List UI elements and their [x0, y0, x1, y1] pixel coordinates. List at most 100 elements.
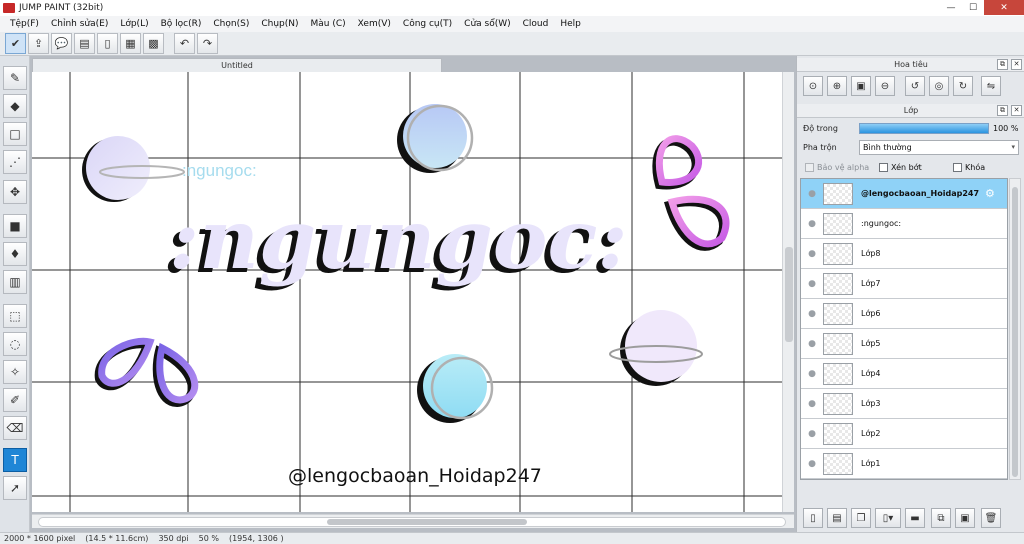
- grid-icon[interactable]: ▦: [120, 33, 141, 54]
- comment-icon[interactable]: ▤: [74, 33, 95, 54]
- zoom-out-icon[interactable]: ⊖: [875, 76, 895, 96]
- undo-button[interactable]: ↶: [174, 33, 195, 54]
- folder-icon[interactable]: ▬: [905, 508, 925, 528]
- fill-square-icon[interactable]: ■: [3, 214, 27, 238]
- tool-palette: ✎ ◆ □ ⋰ ✥ ■ ♦ ▥ ⬚ ◌ ✧ ✐ ⌫ T ➚: [0, 56, 30, 532]
- clip-checkbox[interactable]: Xén bớt: [879, 163, 922, 172]
- menu-window[interactable]: Cửa sổ(W): [458, 19, 516, 29]
- menu-capture[interactable]: Chụp(N): [255, 19, 304, 29]
- gear-icon[interactable]: ⚙: [985, 187, 995, 200]
- status-zoom: 50 %: [198, 534, 219, 543]
- visibility-icon[interactable]: ●: [801, 219, 823, 229]
- close-button[interactable]: ✕: [984, 0, 1024, 15]
- visibility-icon[interactable]: ●: [801, 399, 823, 409]
- menu-edit[interactable]: Chỉnh sửa(E): [45, 19, 114, 29]
- layer-row[interactable]: ● Lớp1: [801, 449, 1007, 479]
- rect-select-icon[interactable]: ⬚: [3, 304, 27, 328]
- layer-name: Lớp1: [861, 459, 881, 468]
- visibility-icon[interactable]: ●: [801, 339, 823, 349]
- merge-icon[interactable]: ⧉: [931, 508, 951, 528]
- magic-wand-icon[interactable]: ✧: [3, 360, 27, 384]
- menu-cloud[interactable]: Cloud: [517, 19, 555, 29]
- new-layer-icon[interactable]: ▯: [803, 508, 823, 528]
- rotate-reset-icon[interactable]: ◎: [929, 76, 949, 96]
- lock-label: Khóa: [965, 163, 986, 172]
- layer-row[interactable]: ● Lớp6: [801, 299, 1007, 329]
- menu-layer[interactable]: Lớp(L): [114, 19, 154, 29]
- menu-tools[interactable]: Công cụ(T): [397, 19, 458, 29]
- menu-color[interactable]: Màu (C): [305, 19, 352, 29]
- rectangle-icon[interactable]: □: [3, 122, 27, 146]
- visibility-icon[interactable]: ●: [801, 189, 823, 199]
- check-badge-icon[interactable]: ✔: [5, 33, 26, 54]
- new-raster-icon[interactable]: ▤: [827, 508, 847, 528]
- combine-icon[interactable]: ▣: [955, 508, 975, 528]
- layers-close-icon[interactable]: ✕: [1011, 105, 1022, 116]
- layer-row[interactable]: ● Lớp4: [801, 359, 1007, 389]
- layers-undock-icon[interactable]: ⧉: [997, 105, 1008, 116]
- canvas-horizontal-scrollbar[interactable]: [32, 514, 794, 528]
- zoom-fit-icon[interactable]: ⊙: [803, 76, 823, 96]
- layer-row[interactable]: ● :ngungoc:: [801, 209, 1007, 239]
- speech-bubble-icon[interactable]: 💬: [51, 33, 72, 54]
- minimize-button[interactable]: —: [940, 0, 962, 15]
- visibility-icon[interactable]: ●: [801, 369, 823, 379]
- visibility-icon[interactable]: ●: [801, 429, 823, 439]
- delete-layer-icon[interactable]: 🗑: [981, 508, 1001, 528]
- visibility-icon[interactable]: ●: [801, 279, 823, 289]
- zoom-actual-icon[interactable]: ▣: [851, 76, 871, 96]
- menu-view[interactable]: Xem(V): [352, 19, 397, 29]
- vscroll-thumb[interactable]: [785, 247, 793, 342]
- page-icon[interactable]: ▯: [97, 33, 118, 54]
- layer-row[interactable]: ● Lớp5: [801, 329, 1007, 359]
- layer-scroll-thumb[interactable]: [1012, 187, 1018, 477]
- hscroll-track[interactable]: [38, 517, 786, 527]
- copy-layer-icon[interactable]: ❐: [851, 508, 871, 528]
- move-icon[interactable]: ✥: [3, 180, 27, 204]
- document-tab[interactable]: Untitled: [32, 58, 442, 72]
- zoom-in-icon[interactable]: ⊕: [827, 76, 847, 96]
- gradient-icon[interactable]: ▥: [3, 270, 27, 294]
- rotate-right-icon[interactable]: ↻: [953, 76, 973, 96]
- opacity-slider[interactable]: [859, 123, 989, 134]
- layer-row[interactable]: ● Lớp2: [801, 419, 1007, 449]
- app-logo-icon: [3, 3, 15, 13]
- purple-drops: [94, 337, 199, 408]
- pointer-icon[interactable]: ➚: [3, 476, 27, 500]
- visibility-icon[interactable]: ●: [801, 309, 823, 319]
- layer-row[interactable]: ● Lớp3: [801, 389, 1007, 419]
- export-icon[interactable]: ⇪: [28, 33, 49, 54]
- bucket-icon[interactable]: ♦: [3, 242, 27, 266]
- lock-checkbox[interactable]: Khóa: [953, 163, 985, 172]
- menu-filter[interactable]: Bộ lọc(R): [155, 19, 208, 29]
- brush-icon[interactable]: ✎: [3, 66, 27, 90]
- maximize-button[interactable]: ☐: [962, 0, 984, 15]
- layer-row[interactable]: ● Lớp8: [801, 239, 1007, 269]
- flip-icon[interactable]: ⇋: [981, 76, 1001, 96]
- select-eraser-icon[interactable]: ⌫: [3, 416, 27, 440]
- lasso-icon[interactable]: ◌: [3, 332, 27, 356]
- drawing-canvas[interactable]: :ngungoc: :ngungoc: :ngungoc: @lengocbao…: [32, 72, 782, 512]
- menu-help[interactable]: Help: [554, 19, 587, 29]
- select-pen-icon[interactable]: ✐: [3, 388, 27, 412]
- hscroll-thumb[interactable]: [327, 519, 527, 525]
- panel-undock-icon[interactable]: ⧉: [997, 59, 1008, 70]
- layer-row[interactable]: ● Lớp7: [801, 269, 1007, 299]
- redo-button[interactable]: ↷: [197, 33, 218, 54]
- layer-row[interactable]: ● @lengocbaoan_Hoidap247 ⚙: [801, 179, 1007, 209]
- menu-file[interactable]: Tệp(F): [4, 19, 45, 29]
- protect-alpha-checkbox[interactable]: Bảo vệ alpha: [805, 163, 869, 172]
- eraser-icon[interactable]: ◆: [3, 94, 27, 118]
- visibility-icon[interactable]: ●: [801, 459, 823, 469]
- panel-close-icon[interactable]: ✕: [1011, 59, 1022, 70]
- rotate-left-icon[interactable]: ↺: [905, 76, 925, 96]
- visibility-icon[interactable]: ●: [801, 249, 823, 259]
- blend-mode-select[interactable]: Bình thường ▾: [859, 140, 1019, 155]
- layout-icon[interactable]: ▩: [143, 33, 164, 54]
- layer-list-scrollbar[interactable]: [1009, 178, 1021, 480]
- dot-pen-icon[interactable]: ⋰: [3, 150, 27, 174]
- menu-select[interactable]: Chọn(S): [207, 19, 255, 29]
- text-icon[interactable]: T: [3, 448, 27, 472]
- canvas-vertical-scrollbar[interactable]: [782, 72, 794, 512]
- new-folder-menu-icon[interactable]: ▯▾: [875, 508, 901, 528]
